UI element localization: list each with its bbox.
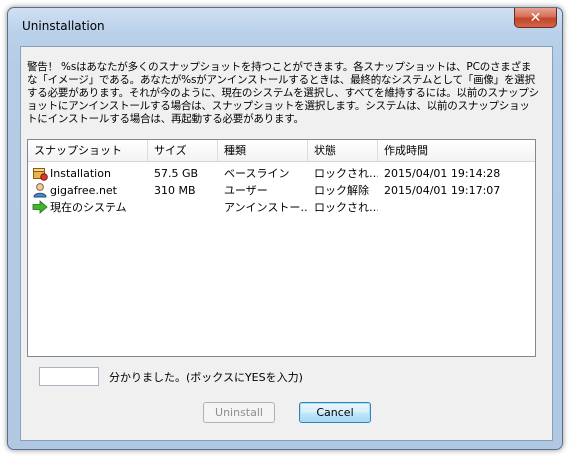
cell-type: アンインストー… (224, 201, 308, 214)
warning-message: 警告！ %sはあなたが多くのスナップショットを持つことができます。各スナップショ… (27, 61, 539, 125)
cell-type: ユーザー (224, 184, 268, 197)
cell-type: ベースライン (224, 167, 290, 180)
column-header-snapshot[interactable]: スナップショット (28, 140, 148, 161)
cell-status: ロック解除 (314, 184, 369, 197)
close-button[interactable]: ✕ (514, 8, 557, 28)
row-name: Installation (50, 167, 111, 180)
column-header-size[interactable]: サイズ (148, 140, 218, 161)
cell-snapshot: Installation (28, 165, 148, 182)
row-name: 現在のシステム (50, 201, 127, 214)
title-bar[interactable]: Uninstallation ✕ (8, 8, 562, 42)
user-icon (33, 183, 47, 198)
cell-snapshot: gigafree.net (28, 182, 148, 199)
table-row[interactable]: gigafree.net 310 MB ユーザー ロック解除 2015/04/0… (28, 182, 535, 199)
close-icon: ✕ (529, 9, 542, 26)
list-header: スナップショット サイズ 種類 状態 作成時間 (28, 140, 535, 162)
window-title: Uninstallation (22, 19, 105, 33)
cancel-button[interactable]: Cancel (299, 402, 371, 423)
confirm-label: 分かりました。(ボックスにYESを入力) (109, 371, 303, 384)
cell-created: 2015/04/01 19:17:07 (384, 184, 501, 197)
cell-status: ロックされ… (314, 167, 378, 180)
column-header-created[interactable]: 作成時間 (378, 140, 534, 161)
column-header-status[interactable]: 状態 (308, 140, 378, 161)
cell-size: 310 MB (154, 184, 196, 197)
cell-size: 57.5 GB (154, 167, 199, 180)
confirm-yes-input[interactable] (39, 367, 99, 386)
column-header-type[interactable]: 種類 (218, 140, 308, 161)
snapshot-list[interactable]: スナップショット サイズ 種類 状態 作成時間 Installation 57.… (27, 139, 536, 357)
cell-created (378, 199, 534, 216)
cell-snapshot: 現在のシステム (28, 199, 148, 216)
dialog-body: 警告！ %sはあなたが多くのスナップショットを持つことができます。各スナップショ… (20, 46, 553, 441)
row-name: gigafree.net (50, 184, 117, 197)
uninstall-dialog: Uninstallation ✕ 警告！ %sはあなたが多くのスナップショットを… (7, 7, 563, 450)
table-row[interactable]: 現在のシステム アンインストー… ロックされ… (28, 199, 535, 216)
table-row[interactable]: Installation 57.5 GB ベースライン ロックされ… 2015/… (28, 165, 535, 182)
cell-size (148, 199, 218, 216)
cell-created: 2015/04/01 19:14:28 (384, 167, 501, 180)
green-arrow-icon (32, 200, 48, 214)
uninstall-button[interactable]: Uninstall (203, 402, 275, 423)
cell-status: ロックされ… (314, 201, 378, 214)
installer-box-icon (33, 168, 48, 181)
